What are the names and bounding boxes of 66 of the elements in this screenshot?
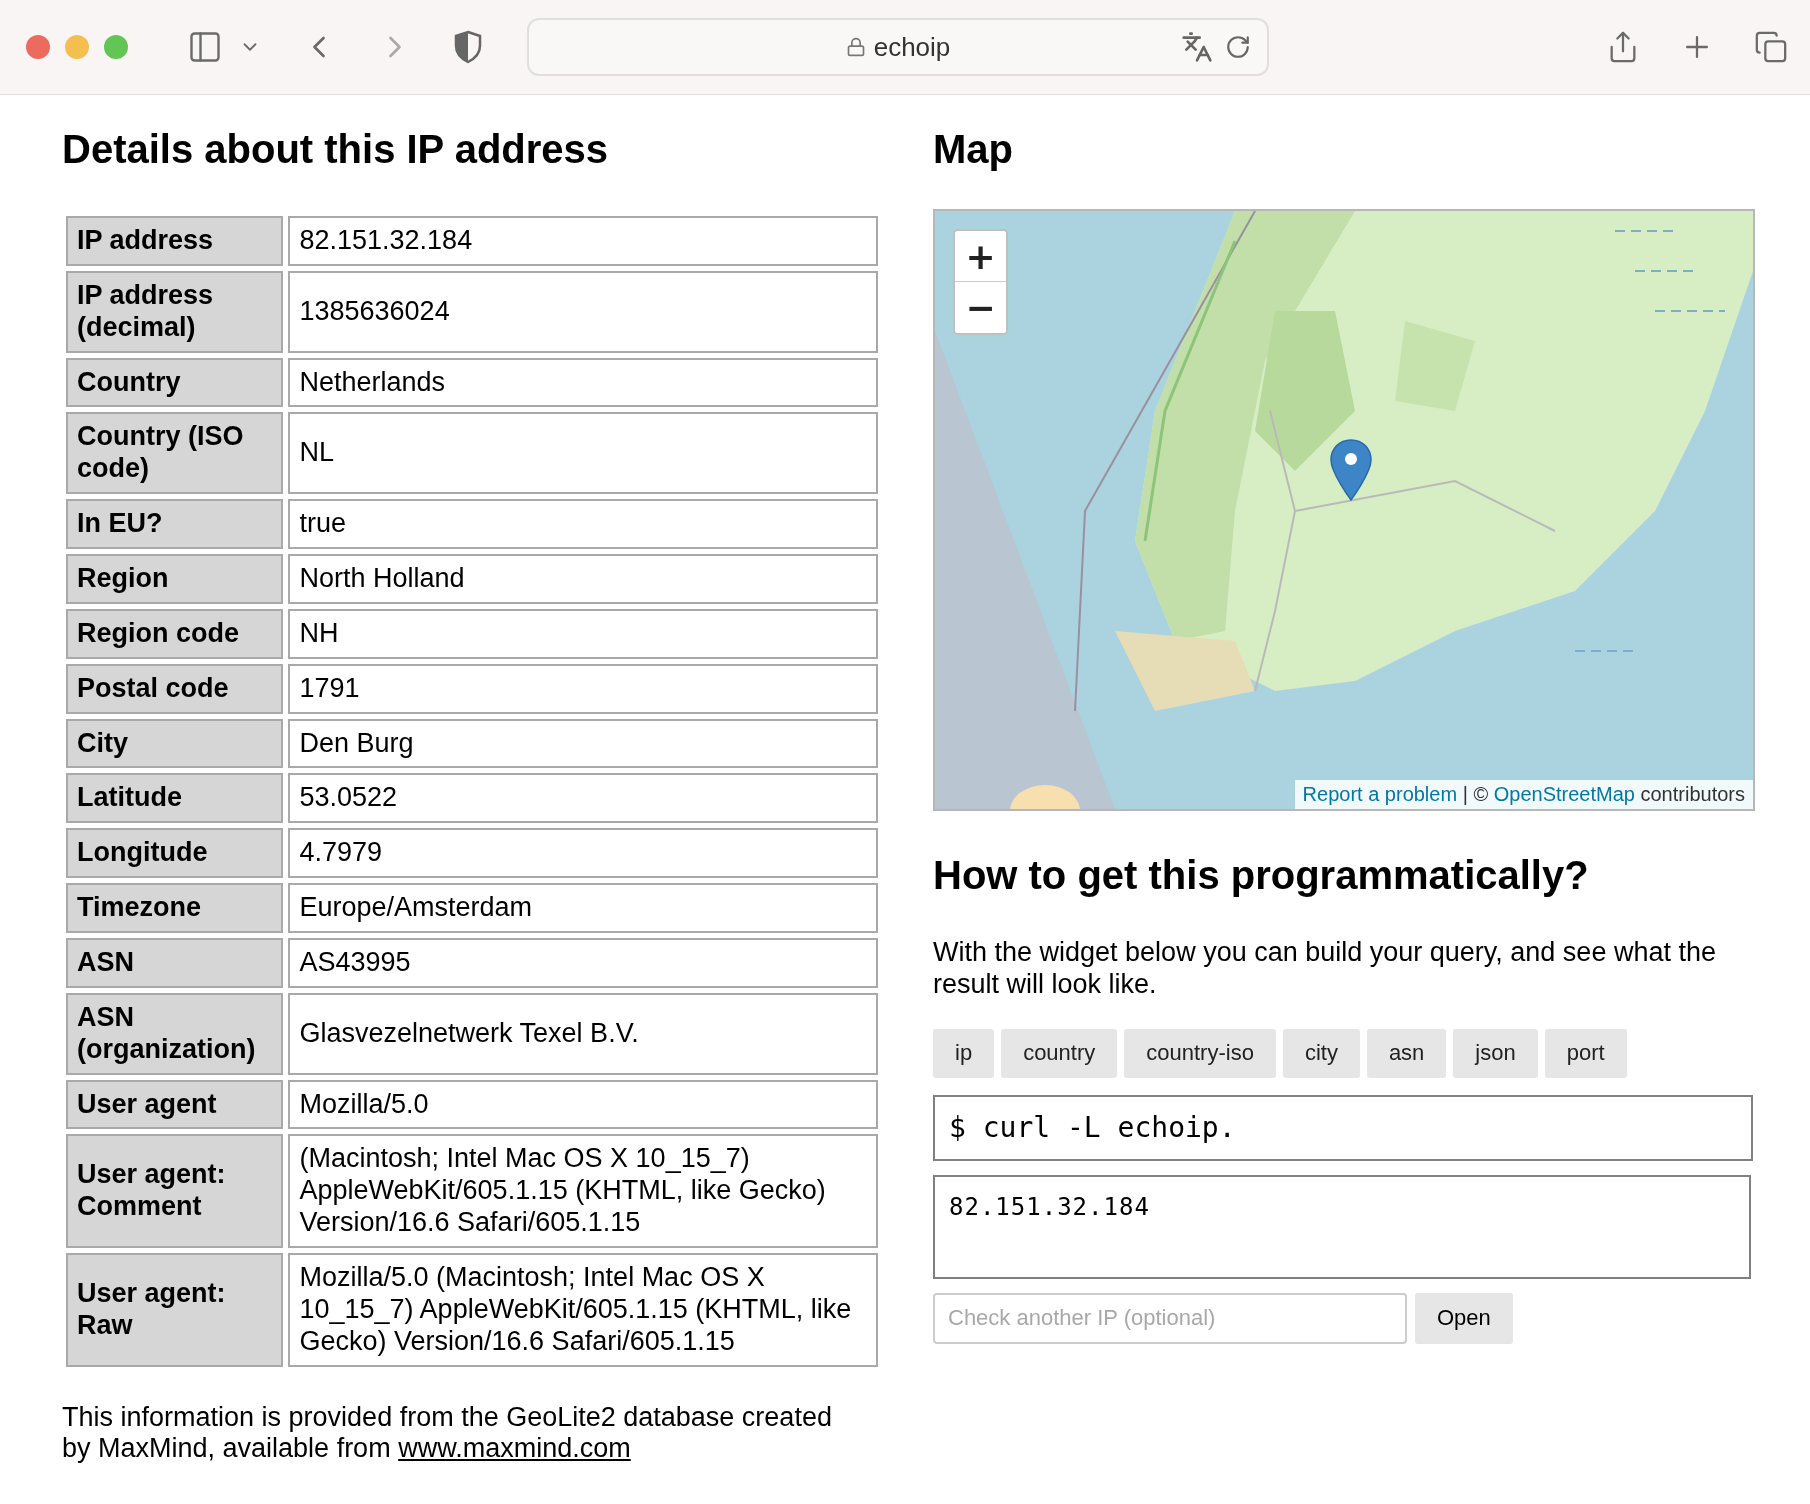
query-option-button[interactable]: asn xyxy=(1366,1028,1447,1078)
field-label: Region xyxy=(66,554,284,604)
map-pin-icon xyxy=(1330,439,1372,501)
field-value: North Holland xyxy=(288,554,878,604)
field-label: User agent: Comment xyxy=(66,1134,284,1249)
address-bar[interactable]: echoip xyxy=(527,18,1269,76)
field-value: 82.151.32.184 xyxy=(288,216,878,266)
sidebar-button[interactable] xyxy=(187,29,223,65)
maxmind-link[interactable]: www.maxmind.com xyxy=(398,1433,631,1464)
address-text: echoip xyxy=(873,31,951,63)
field-label: Country (ISO code) xyxy=(66,412,284,495)
query-option-button[interactable]: country xyxy=(1001,1028,1118,1078)
tabs-overview-button[interactable] xyxy=(1754,30,1788,64)
details-heading: Details about this IP address xyxy=(62,126,610,173)
report-problem-link[interactable]: Report a problem xyxy=(1302,783,1458,805)
field-label: Timezone xyxy=(66,883,284,934)
field-value: (Macintosh; Intel Mac OS X 10_15_7) AppleWebKit/605.1.15 (KHTML, like Gecko) Version/16.6 Safari/605.1.15 xyxy=(288,1134,878,1249)
field-value: 53.0522 xyxy=(288,773,878,824)
close-window-button[interactable] xyxy=(26,35,50,59)
query-option-button[interactable]: city xyxy=(1282,1028,1360,1078)
reload-icon[interactable] xyxy=(1225,34,1251,60)
field-label: In EU? xyxy=(66,499,284,549)
field-value: AS43995 xyxy=(288,938,878,988)
field-label: Region code xyxy=(66,608,284,659)
field-label: Postal code xyxy=(66,663,284,714)
query-option-button[interactable]: port xyxy=(1544,1028,1627,1078)
lock-icon xyxy=(845,37,866,57)
privacy-shield-button[interactable] xyxy=(453,30,483,64)
field-value: Glasvezelnetwerk Texel B.V. xyxy=(288,992,878,1075)
field-value: NH xyxy=(288,608,878,659)
field-label: User agent: Raw xyxy=(66,1253,284,1367)
command-box: $ curl -L echoip. xyxy=(933,1094,1753,1161)
field-label: ASN xyxy=(66,938,284,988)
api-heading: How to get this programmatically? xyxy=(933,852,1590,899)
field-value: Den Burg xyxy=(288,718,878,769)
map-attribution: Report a problem | © OpenStreetMap contributors xyxy=(1294,780,1753,809)
query-option-button[interactable]: json xyxy=(1453,1028,1538,1078)
source-note: This information is provided from the GeoLite2 database created by MaxMind, available from www.maxmind.com xyxy=(62,1401,833,1466)
field-value: Mozilla/5.0 (Macintosh; Intel Mac OS X 10_15_7) AppleWebKit/605.1.15 (KHTML, like Gecko) Version/16.6 Safari/605.1.15 xyxy=(288,1253,878,1367)
field-value: 4.7979 xyxy=(288,828,878,879)
result-box: 82.151.32.184 xyxy=(933,1174,1751,1279)
openstreetmap-link[interactable]: OpenStreetMap xyxy=(1493,783,1635,805)
field-label: Country xyxy=(66,357,284,408)
api-intro: With the widget below you can build your query, and see what the result will look like. xyxy=(933,937,1717,1001)
field-value: 1791 xyxy=(288,663,878,714)
field-value: Mozilla/5.0 xyxy=(288,1079,878,1130)
field-label: IP address (decimal) xyxy=(66,270,284,353)
field-label: City xyxy=(66,718,284,769)
field-value: true xyxy=(288,499,878,549)
map-heading: Map xyxy=(933,126,1014,173)
zoom-in-button[interactable]: + xyxy=(955,231,1006,282)
field-value: Netherlands xyxy=(288,357,878,408)
map[interactable]: + − Report a problem | © OpenStreetMap contributors xyxy=(933,209,1755,811)
field-value: NL xyxy=(288,412,878,495)
field-label: Latitude xyxy=(66,773,284,824)
open-button[interactable]: Open xyxy=(1415,1292,1513,1344)
field-value: 1385636024 xyxy=(288,270,878,353)
translate-icon[interactable] xyxy=(1181,31,1213,63)
field-value: Europe/Amsterdam xyxy=(288,883,878,934)
ip-input-field[interactable]: Check another IP (optional) xyxy=(933,1292,1407,1344)
query-option-button[interactable]: country-iso xyxy=(1124,1028,1276,1078)
field-label: IP address xyxy=(66,216,284,266)
query-option-button[interactable]: ip xyxy=(933,1028,995,1078)
field-label: ASN (organization) xyxy=(66,992,284,1075)
field-label: Longitude xyxy=(66,828,284,879)
field-label: User agent xyxy=(66,1079,284,1130)
